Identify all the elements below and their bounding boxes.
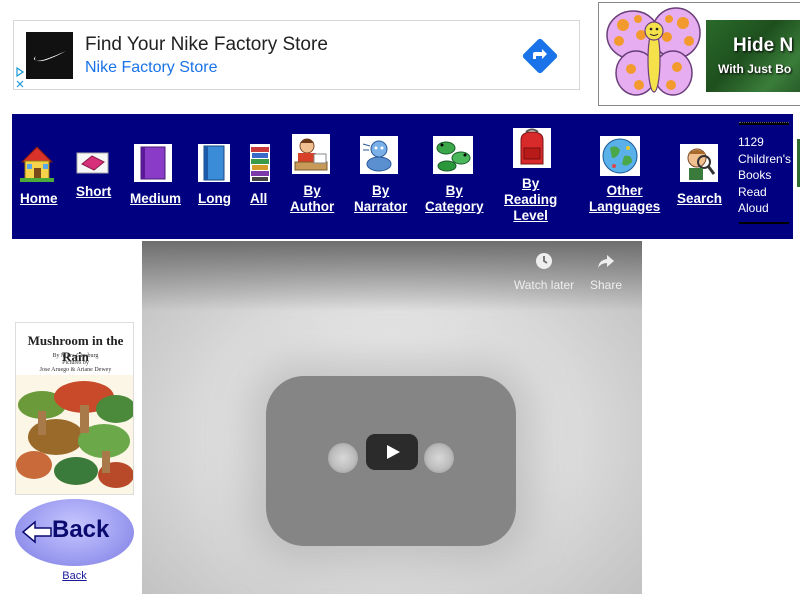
books-count-number: 1129 — [738, 135, 764, 149]
book-cover-image: Mushroom in the Rain By Mirra Ginsburg P… — [15, 322, 134, 495]
frogs-icon[interactable] — [433, 136, 473, 174]
nav-by-narrator-line2[interactable]: Narrator — [354, 199, 407, 214]
magnifier-kid-icon[interactable] — [680, 144, 718, 182]
book-credit-line: Pictures by — [62, 360, 89, 366]
nav-other-languages-line1[interactable]: Other — [607, 183, 643, 198]
nav-search-link[interactable]: Search — [677, 191, 722, 207]
nav-by-category-link[interactable]: By Category — [425, 183, 484, 215]
thumbnail-eye-left — [328, 443, 358, 473]
book-cover-credits: By Mirra Ginsburg Pictures by Jose Arueg… — [16, 353, 133, 374]
directions-arrow-icon[interactable] — [522, 38, 558, 74]
share-button[interactable]: Share — [582, 251, 630, 292]
left-arrow-icon — [21, 520, 52, 544]
nike-logo-icon — [26, 32, 73, 79]
backpack-icon[interactable] — [513, 128, 551, 168]
purple-book-icon[interactable] — [134, 144, 172, 182]
nav-bar: Home Short Medium Long All By Author By … — [12, 114, 800, 239]
ad-banner[interactable]: Find Your Nike Factory Store Nike Factor… — [13, 20, 580, 90]
books-count-line: Aloud — [738, 201, 769, 215]
nav-by-reading-level-link[interactable]: By Reading Level — [504, 176, 557, 224]
book-credit-line: By Mirra Ginsburg — [52, 353, 99, 359]
green-ad-panel[interactable]: Hide N With Just Bo — [706, 20, 800, 92]
book-stack-icon[interactable] — [250, 144, 270, 182]
ad-title[interactable]: Find Your Nike Factory Store — [85, 34, 328, 56]
nav-by-reading-level-line3[interactable]: Level — [513, 208, 548, 223]
nav-by-reading-level-line1[interactable]: By — [522, 176, 539, 191]
video-player[interactable]: Watch later Share — [142, 241, 642, 594]
pink-book-icon[interactable] — [76, 152, 109, 174]
side-ad[interactable]: Hide N With Just Bo — [598, 2, 800, 106]
nav-by-author-line2[interactable]: Author — [290, 199, 334, 214]
ad-choices-icon[interactable] — [15, 66, 25, 90]
blue-book-icon[interactable] — [198, 144, 230, 182]
nav-home-link[interactable]: Home — [20, 191, 58, 207]
back-button-label: Back — [52, 516, 110, 543]
nav-by-category-line1[interactable]: By — [446, 183, 463, 198]
thumbnail-eye-right — [424, 443, 454, 473]
nav-other-languages-line2[interactable]: Languages — [589, 199, 660, 214]
mushroom-illustration — [16, 375, 133, 494]
nav-by-category-line2[interactable]: Category — [425, 199, 484, 214]
books-count-line: Read — [738, 184, 767, 199]
books-count-text: 1129 Children's Books Read Aloud — [738, 134, 791, 217]
nav-by-author-link[interactable]: By Author — [290, 183, 334, 215]
house-icon[interactable] — [20, 144, 54, 182]
play-button[interactable] — [366, 434, 418, 470]
back-link[interactable]: Back — [15, 570, 134, 582]
nav-by-reading-level-line2[interactable]: Reading — [504, 192, 557, 207]
watch-later-button[interactable]: Watch later — [512, 251, 576, 292]
side-ad-title: Hide N — [733, 35, 794, 56]
nav-divider — [739, 222, 789, 224]
book-credit-line: Jose Aruego & Ariane Dewey — [39, 367, 112, 373]
nav-all-link[interactable]: All — [250, 191, 267, 207]
nav-long-link[interactable]: Long — [198, 191, 231, 207]
back-button[interactable]: Back — [15, 499, 134, 566]
ad-subtitle[interactable]: Nike Factory Store — [85, 59, 217, 77]
nav-by-narrator-link[interactable]: By Narrator — [354, 183, 407, 215]
narrator-icon[interactable] — [360, 136, 398, 174]
side-ad-subtitle: With Just Bo — [718, 62, 792, 76]
globe-icon[interactable] — [600, 136, 640, 176]
watch-later-label: Watch later — [513, 278, 575, 292]
nav-by-narrator-line1[interactable]: By — [372, 183, 389, 198]
nav-by-author-line1[interactable]: By — [303, 183, 320, 198]
butterfly-icon — [606, 7, 701, 96]
nav-divider — [739, 122, 789, 125]
books-count-line: Books — [738, 168, 772, 182]
clock-icon — [536, 253, 552, 269]
author-icon[interactable] — [292, 134, 330, 174]
books-count-line: Children's — [738, 151, 791, 166]
nav-medium-link[interactable]: Medium — [130, 191, 181, 207]
share-icon — [598, 255, 614, 268]
nav-short-link[interactable]: Short — [76, 184, 111, 200]
share-label: Share — [589, 278, 623, 292]
nav-other-languages-link[interactable]: Other Languages — [589, 183, 660, 215]
